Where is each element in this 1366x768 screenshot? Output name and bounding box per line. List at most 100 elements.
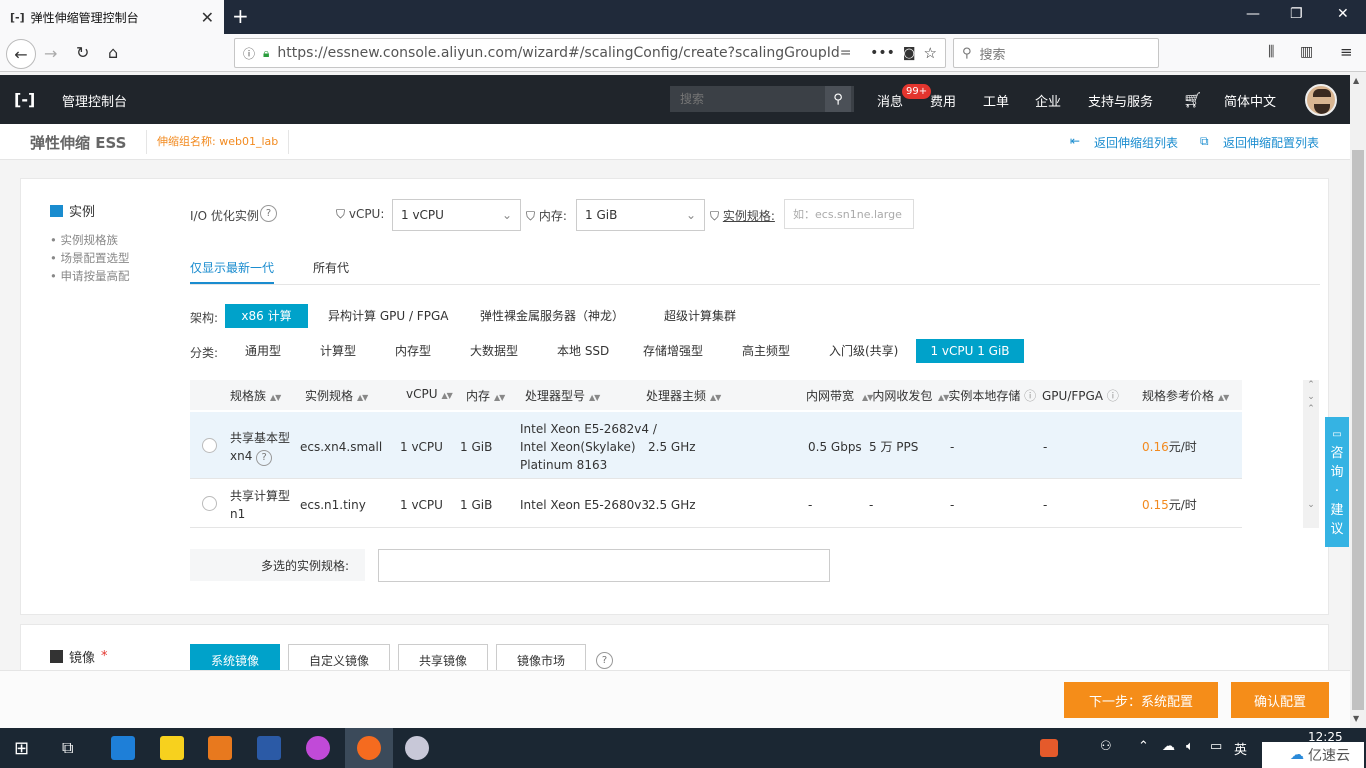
forward-arrow-icon[interactable]: → [44, 44, 57, 63]
column-header[interactable]: 内存 ▲▼ [466, 387, 505, 404]
header-link-language[interactable]: 简体中文 [1224, 91, 1276, 110]
sort-icon[interactable]: ▲▼ [494, 393, 505, 402]
minimize-icon[interactable]: — [1246, 6, 1260, 22]
cat-local-ssd[interactable]: 本地 SSD [547, 339, 619, 363]
column-header[interactable]: vCPU ▲▼ [406, 387, 453, 401]
column-header[interactable]: 规格参考价格 ▲▼ [1142, 387, 1229, 404]
network-icon[interactable]: ▭ [1210, 739, 1222, 754]
vcpu-select[interactable]: 1 vCPU ⌄ [392, 199, 521, 231]
sort-icon[interactable]: ▲▼ [442, 391, 453, 400]
sort-icon[interactable]: ▲▼ [862, 393, 873, 402]
aliyun-logo-icon[interactable]: [-] [14, 90, 35, 109]
back-to-group-list-link[interactable]: 返回伸缩组列表 [1094, 134, 1178, 151]
header-link-billing[interactable]: 费用 [930, 91, 956, 110]
paint-app-icon[interactable] [405, 736, 429, 760]
help-icon[interactable]: ⓘ [1107, 389, 1119, 403]
row-radio[interactable] [202, 496, 217, 511]
table-scrollbar[interactable]: ⌃ ⌄ ⌃ ⌄ [1303, 380, 1319, 528]
sort-icon[interactable]: ▲▼ [357, 393, 368, 402]
header-link-support[interactable]: 支持与服务 [1088, 91, 1153, 110]
scroll-up-icon[interactable]: ▲ [1353, 76, 1359, 85]
close-tab-icon[interactable]: ✕ [201, 8, 214, 27]
browser-tab[interactable]: [-] 弹性伸缩管理控制台 ✕ [0, 0, 224, 34]
task-view-icon[interactable]: ⧉ [62, 738, 73, 758]
reload-icon[interactable]: ↻ [76, 43, 89, 62]
multi-spec-input[interactable] [378, 549, 830, 582]
consult-feedback-tab[interactable]: ▭ 咨询 · 建议 [1325, 417, 1349, 547]
help-icon[interactable]: ? [596, 652, 613, 669]
confirm-button[interactable]: 确认配置 [1231, 682, 1329, 718]
header-link-enterprise[interactable]: 企业 [1035, 91, 1061, 110]
sort-icon[interactable]: ▲▼ [710, 393, 721, 402]
help-icon[interactable]: ? [260, 205, 277, 222]
arch-x86[interactable]: x86 计算 [225, 304, 308, 328]
cat-storage-enhanced[interactable]: 存储增强型 [633, 339, 713, 363]
avatar[interactable] [1305, 84, 1337, 116]
bookmark-star-icon[interactable]: ☆ [924, 44, 937, 62]
cat-compute[interactable]: 计算型 [310, 339, 366, 363]
outlook-icon[interactable] [208, 736, 232, 760]
header-search-input[interactable] [670, 92, 825, 106]
back-to-config-list-link[interactable]: 返回伸缩配置列表 [1223, 134, 1319, 151]
volume-icon[interactable]: 🔈︎ [1186, 739, 1194, 754]
back-list-icon[interactable]: ⇤ [1070, 134, 1080, 148]
firefox-icon[interactable] [357, 736, 381, 760]
ie-icon[interactable] [111, 736, 135, 760]
header-link-tickets[interactable]: 工单 [983, 91, 1009, 110]
library-icon[interactable]: ⫼ [1268, 44, 1274, 60]
spec-search-input[interactable]: 如：ecs.sn1ne.large [784, 199, 914, 229]
scroll-down-icon[interactable]: ⌄ [1303, 392, 1319, 402]
column-header[interactable]: ▲▼实例本地存储 ⓘ [938, 387, 1036, 404]
tray-app-icon[interactable] [1040, 739, 1058, 757]
scroll-up-icon[interactable]: ⌃ [1303, 404, 1319, 414]
next-step-button[interactable]: 下一步：系统配置 [1064, 682, 1218, 718]
people-icon[interactable]: ⚇ [1100, 739, 1112, 754]
restore-icon[interactable]: ❐ [1290, 6, 1303, 22]
ime-indicator[interactable]: 英 [1234, 739, 1247, 758]
pocket-icon[interactable]: ◙ [903, 46, 916, 61]
tab-all-generations[interactable]: 所有代 [313, 259, 349, 276]
header-search-icon[interactable]: ⚲ [825, 86, 851, 112]
scroll-down-icon[interactable]: ⌄ [1303, 500, 1319, 510]
cat-bigdata[interactable]: 大数据型 [460, 339, 528, 363]
side-link-apply-high[interactable]: • 申请按量高配 [50, 268, 129, 284]
new-tab-button[interactable]: + [232, 4, 249, 28]
color-app-icon[interactable] [306, 736, 330, 760]
header-link-messages[interactable]: 消息 [877, 91, 903, 110]
help-icon[interactable]: ⓘ [1024, 389, 1036, 403]
column-header[interactable]: 处理器主频 ▲▼ [646, 387, 721, 404]
sticky-notes-icon[interactable] [160, 736, 184, 760]
url-bar[interactable]: ⓘ 🔒︎ https://essnew.console.aliyun.com/w… [234, 38, 946, 68]
side-link-scenario[interactable]: • 场景配置选型 [50, 250, 129, 266]
back-arrow-icon[interactable]: ← [6, 39, 36, 69]
windows-start-icon[interactable]: ⊞ [14, 738, 29, 759]
column-header[interactable]: ▲▼内网收发包 [862, 387, 932, 404]
info-icon[interactable]: ⓘ [243, 45, 255, 62]
arch-bare-metal[interactable]: 弹性裸金属服务器（神龙） [470, 304, 634, 328]
window-close-icon[interactable]: ✕ [1337, 6, 1349, 22]
cat-high-freq[interactable]: 高主频型 [732, 339, 800, 363]
back-config-icon[interactable]: ⧉ [1200, 134, 1209, 149]
column-header[interactable]: 规格族 ▲▼ [230, 387, 281, 404]
sort-icon[interactable]: ▲▼ [938, 393, 949, 402]
console-title[interactable]: 管理控制台 [62, 91, 127, 110]
cat-entry-shared[interactable]: 入门级(共享) [819, 339, 908, 363]
tab-latest-generation[interactable]: 仅显示最新一代 [190, 259, 274, 276]
page-scrollbar-thumb[interactable] [1352, 150, 1364, 710]
scroll-up-icon[interactable]: ⌃ [1303, 380, 1319, 390]
tray-expand-icon[interactable]: ⌃ [1138, 739, 1149, 754]
arch-gpu-fpga[interactable]: 异构计算 GPU / FPGA [318, 304, 458, 328]
cart-icon[interactable]: 🛒︎ [1183, 91, 1202, 109]
side-link-family[interactable]: • 实例规格族 [50, 232, 118, 248]
word-icon[interactable] [257, 736, 281, 760]
memory-select[interactable]: 1 GiB ⌄ [576, 199, 705, 231]
arch-supercomputing[interactable]: 超级计算集群 [654, 304, 746, 328]
column-header[interactable]: 处理器型号 ▲▼ [525, 387, 600, 404]
sort-icon[interactable]: ▲▼ [1218, 393, 1229, 402]
sort-icon[interactable]: ▲▼ [270, 393, 281, 402]
column-header[interactable]: 实例规格 ▲▼ [305, 387, 368, 404]
cloud-icon[interactable]: ☁ [1162, 739, 1175, 754]
sort-icon[interactable]: ▲▼ [589, 393, 600, 402]
more-actions-icon[interactable]: ••• [870, 45, 895, 61]
sidebar-toggle-icon[interactable]: ▥ [1300, 44, 1313, 60]
